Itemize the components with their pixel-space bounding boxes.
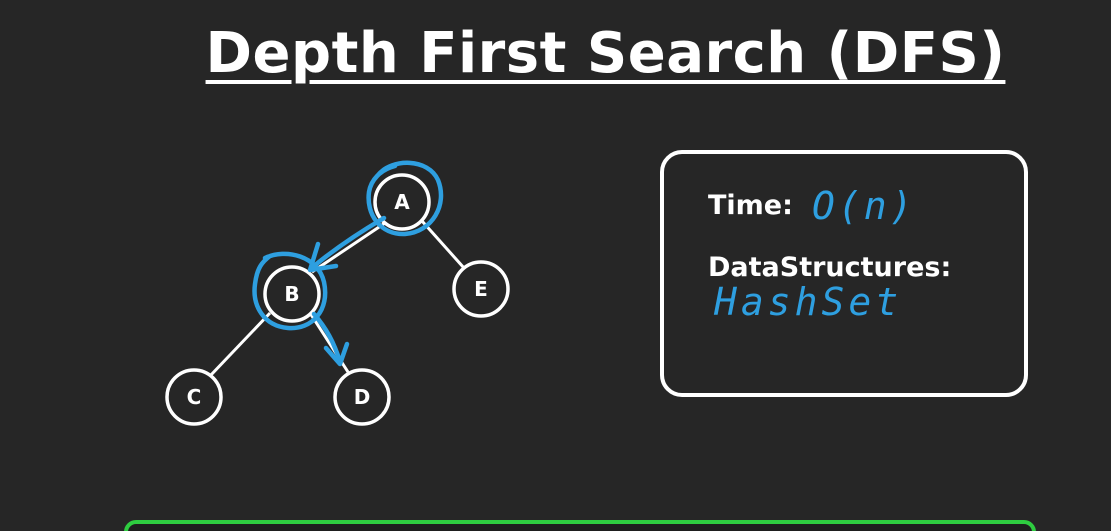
data-structure-value: HashSet <box>714 280 903 324</box>
traversal-arrow-a-b <box>311 215 387 269</box>
bottom-green-panel <box>124 520 1036 531</box>
node-d-label: D <box>354 385 371 409</box>
complexity-info-box: Time: O(n) DataStructures: HashSet <box>660 150 1028 397</box>
node-b: B <box>263 265 321 323</box>
node-a-label: A <box>394 190 410 214</box>
time-label: Time: <box>708 190 793 221</box>
node-e-label: E <box>474 277 488 301</box>
data-structures-label: DataStructures: <box>708 252 952 283</box>
edge-a-b <box>311 221 386 274</box>
edge-b-c <box>208 311 272 378</box>
node-c-label: C <box>187 385 202 409</box>
node-d: D <box>333 368 391 426</box>
node-e: E <box>452 260 510 318</box>
node-b-label: B <box>284 282 299 306</box>
time-complexity-value: O(n) <box>812 184 916 228</box>
node-c: C <box>165 368 223 426</box>
edge-a-e <box>420 220 466 269</box>
